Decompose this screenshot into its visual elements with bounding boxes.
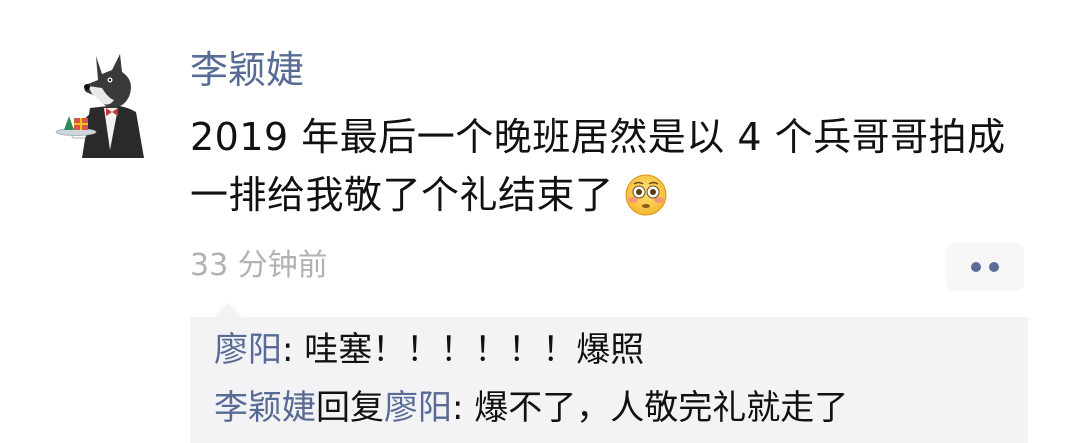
post-author-name[interactable]: 李颖婕	[190, 44, 304, 96]
post-content: 2019 年最后一个晚班居然是以 4 个兵哥哥拍成一排给我敬了个礼结束了	[190, 108, 1030, 224]
more-actions-button[interactable]	[946, 243, 1024, 291]
comment-text: 爆不了，人敬完礼就走了	[474, 388, 849, 428]
comment-separator: :	[282, 330, 305, 370]
moments-post: 李颖婕 2019 年最后一个晚班居然是以 4 个兵哥哥拍成一排给我敬了个礼结束了	[0, 0, 1080, 443]
comment-item[interactable]: 李颖婕回复廖阳: 爆不了，人敬完礼就走了	[214, 383, 848, 433]
flushed-face-emoji-icon	[624, 173, 668, 217]
comment-text: 哇塞！！！！！！爆照	[304, 330, 645, 370]
wolf-butler-avatar-icon	[55, 54, 144, 158]
post-text: 2019 年最后一个晚班居然是以 4 个兵哥哥拍成一排给我敬了个礼结束了	[190, 115, 1006, 217]
more-dot-icon	[989, 262, 999, 272]
comment-author-name[interactable]: 李颖婕	[214, 388, 316, 428]
more-dot-icon	[971, 262, 981, 272]
avatar[interactable]	[52, 50, 152, 158]
comment-author-name[interactable]: 廖阳	[214, 330, 282, 370]
comments-section: 廖阳: 哇塞！！！！！！爆照 李颖婕回复廖阳: 爆不了，人敬完礼就走了	[190, 303, 1028, 443]
post-timestamp: 33 分钟前	[190, 248, 328, 283]
comment-reply-target-name[interactable]: 廖阳	[384, 388, 452, 428]
comment-reply-word: 回复	[316, 388, 384, 428]
comment-item[interactable]: 廖阳: 哇塞！！！！！！爆照	[214, 325, 644, 375]
comment-separator: :	[452, 388, 475, 428]
